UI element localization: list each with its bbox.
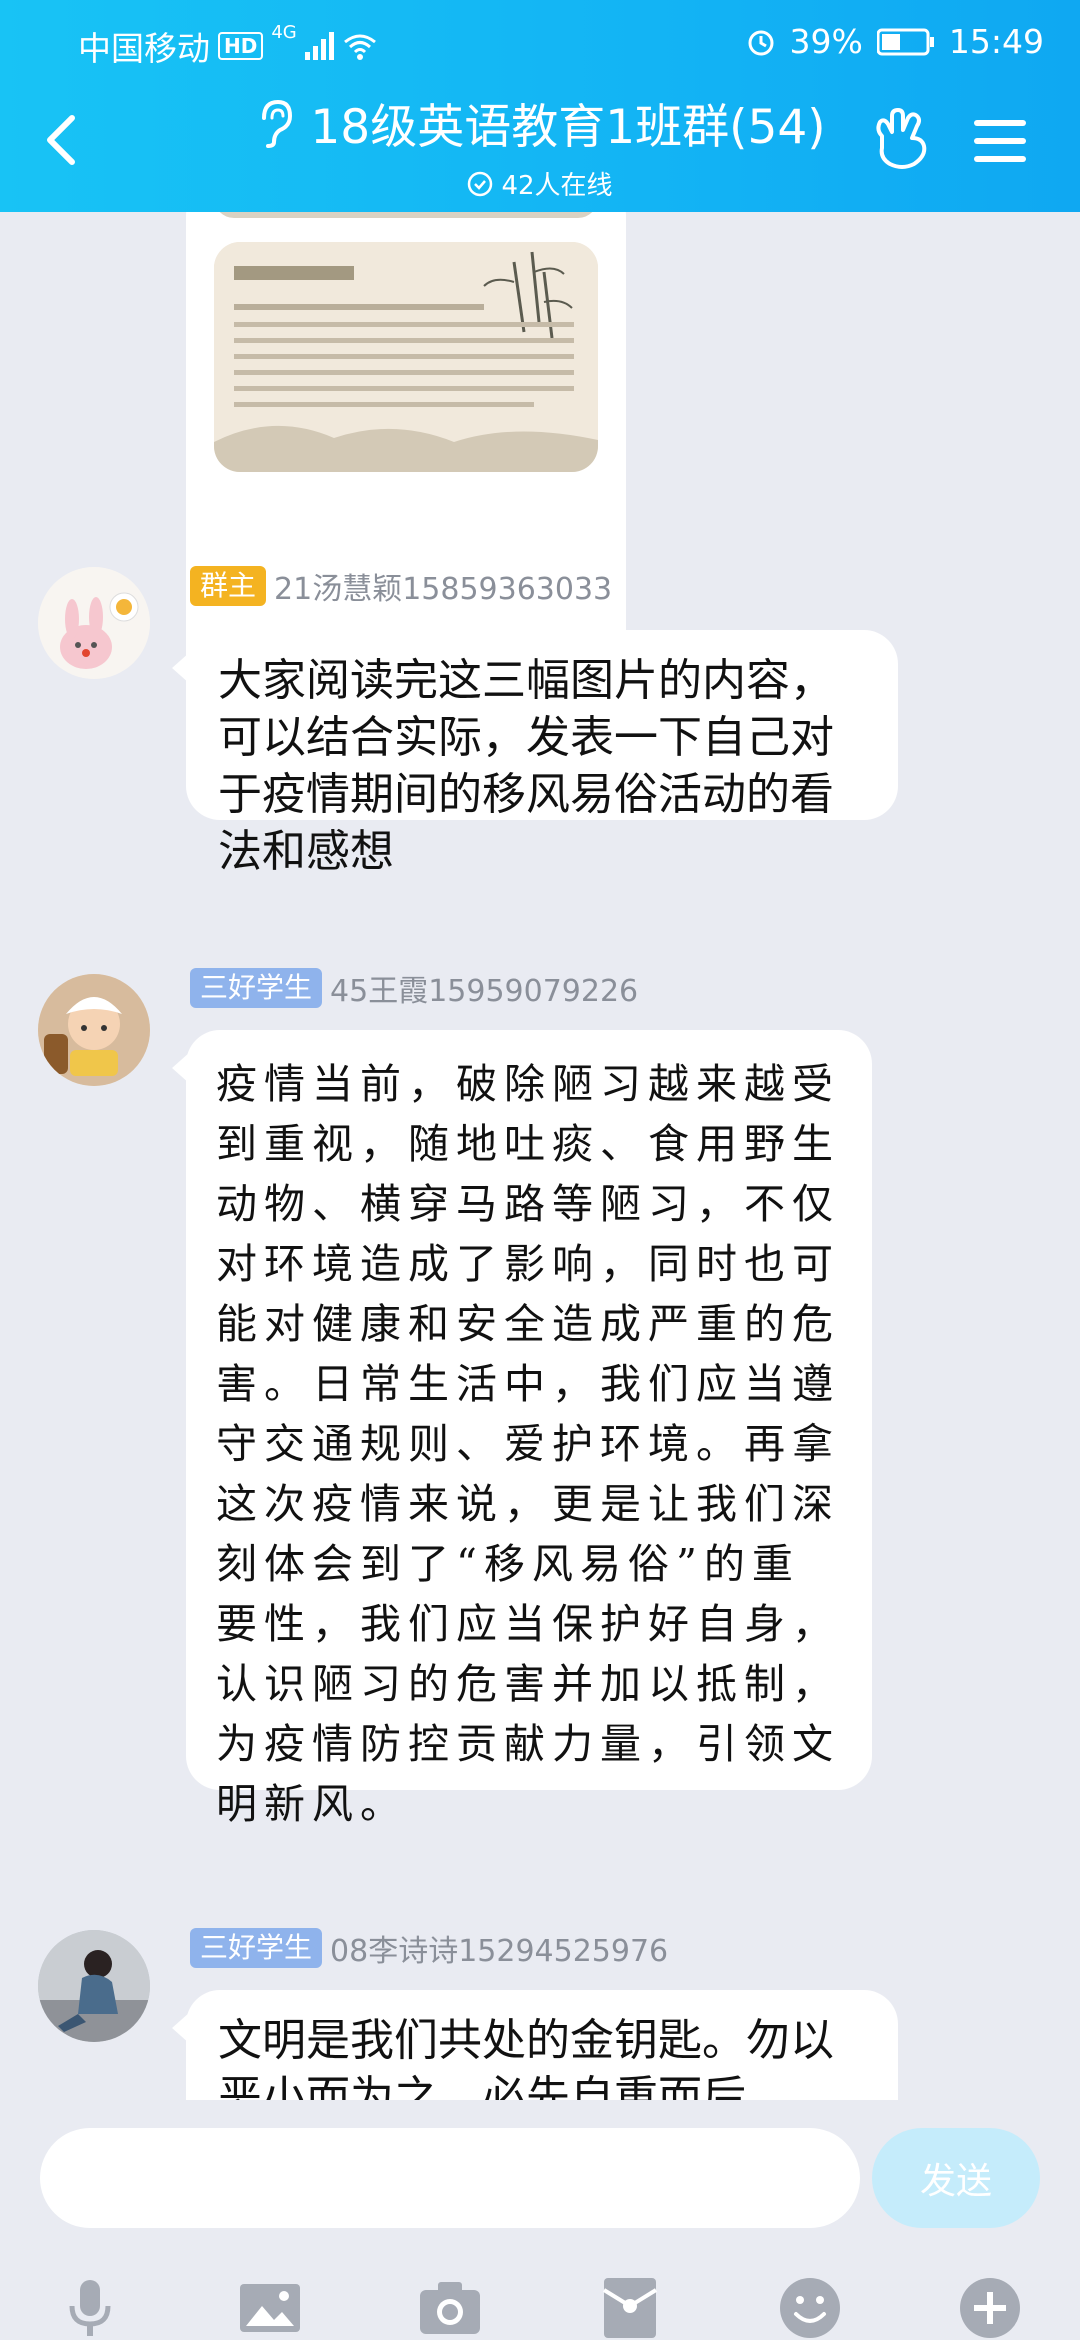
network-type: 4G — [271, 22, 297, 43]
microphone-icon[interactable] — [58, 2276, 122, 2340]
hd-badge: HD — [218, 32, 264, 60]
alarm-icon — [748, 30, 774, 55]
message-input[interactable] — [40, 2128, 860, 2228]
sender-name[interactable]: 08李诗诗15294525976 — [330, 1926, 668, 1970]
ear-icon — [262, 99, 293, 148]
online-count: 42人在线 — [501, 171, 613, 201]
battery-icon — [876, 28, 934, 55]
sender-line: 三好学生 08李诗诗15294525976 — [190, 1926, 668, 1970]
avatar[interactable] — [38, 1930, 150, 2042]
message-bubble[interactable]: 大家阅读完这三幅图片的内容，可以结合实际，发表一下自己对于疫情期间的移风易俗活动… — [172, 630, 898, 877]
student-avatar-image — [38, 974, 150, 1086]
plus-icon[interactable] — [958, 2276, 1022, 2340]
wifi-icon — [343, 34, 376, 60]
owner-badge: 群主 — [190, 566, 267, 606]
avatar[interactable] — [38, 974, 150, 1086]
photo-avatar-image — [38, 1930, 150, 2042]
sender-name[interactable]: 21汤慧颖15859363033 — [274, 564, 612, 608]
page-title: 18级英语教育1班群(54) — [310, 100, 826, 155]
hand-icon[interactable] — [870, 108, 930, 170]
battery-percent: 39% — [789, 22, 863, 61]
toolbar — [0, 2276, 1080, 2340]
student-badge: 三好学生 — [190, 968, 323, 1008]
carrier-label: 中国移动 — [78, 29, 210, 68]
poster-graphic — [214, 242, 598, 472]
sender-line: 三好学生 45王霞15959079226 — [190, 966, 638, 1010]
chat-header: 中国移动 HD 4G 39% 15:49 18级英语教育1班群(54) 42人在… — [0, 0, 1080, 212]
emoji-icon[interactable] — [778, 2276, 842, 2340]
student-badge: 三好学生 — [190, 1928, 323, 1968]
check-circle-icon — [468, 171, 493, 196]
bunny-avatar-image — [38, 567, 150, 679]
input-bar: 发送 — [0, 2100, 1080, 2340]
red-packet-icon[interactable] — [598, 2276, 662, 2340]
previous-image-edge — [214, 212, 598, 218]
status-bar: 中国移动 HD 4G 39% 15:49 — [0, 12, 1080, 72]
camera-icon[interactable] — [418, 2276, 482, 2340]
poster-image[interactable] — [214, 242, 598, 472]
message-bubble[interactable]: 疫情当前，破除陋习越来越受到重视，随地吐痰、食用野生动物、横穿马路等陋习，不仅对… — [172, 1030, 872, 1828]
message-bubble[interactable]: 文明是我们共处的金钥匙。勿以恶小而为之，必先自重而后 — [172, 1990, 898, 2100]
sender-line: 群主 21汤慧颖15859363033 — [190, 564, 612, 608]
avatar[interactable] — [38, 567, 150, 679]
message-list[interactable]: 群主 21汤慧颖15859363033 大家阅读完这三幅图片的内容，可以结合实际… — [0, 212, 1080, 2100]
send-button[interactable]: 发送 — [872, 2128, 1040, 2228]
clock-time: 15:49 — [948, 22, 1044, 61]
signal-icon — [304, 32, 334, 60]
sender-name[interactable]: 45王霞15959079226 — [330, 966, 638, 1010]
image-icon[interactable] — [238, 2276, 302, 2340]
menu-icon[interactable] — [974, 118, 1026, 164]
